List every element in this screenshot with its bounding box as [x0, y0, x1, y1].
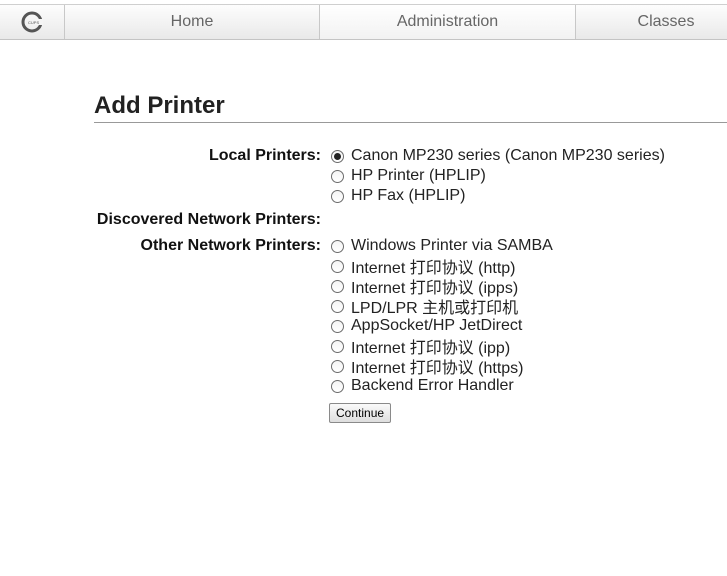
radio-option-network[interactable]: Internet 打印协议 (ipp) [331, 336, 510, 357]
continue-button[interactable]: Continue [329, 403, 392, 423]
option-label: Canon MP230 series (Canon MP230 series) [351, 147, 665, 164]
radio-button[interactable] [331, 359, 344, 373]
radio-button[interactable] [331, 169, 344, 183]
radio-option-network[interactable]: Internet 打印协议 (https) [331, 356, 524, 377]
tab-administration[interactable]: Administration [320, 5, 576, 39]
option-label: Backend Error Handler [351, 377, 514, 394]
tab-classes[interactable]: Classes [576, 5, 727, 39]
option-label: Internet 打印协议 (https) [351, 360, 524, 377]
tab-home[interactable]: Home [65, 5, 320, 39]
option-label: HP Printer (HPLIP) [351, 167, 486, 184]
radio-option-local[interactable]: HP Fax (HPLIP) [331, 186, 465, 206]
radio-button[interactable] [331, 299, 344, 313]
cups-logo-icon[interactable]: CUPS [0, 5, 65, 39]
option-label: HP Fax (HPLIP) [351, 187, 466, 204]
option-label: LPD/LPR 主机或打印机 [351, 300, 519, 317]
radio-button[interactable] [331, 259, 344, 273]
radio-button[interactable] [331, 339, 344, 353]
option-label: Windows Printer via SAMBA [351, 237, 553, 254]
radio-option-network[interactable]: LPD/LPR 主机或打印机 [331, 296, 519, 317]
radio-button[interactable] [331, 189, 344, 203]
radio-option-network[interactable]: Internet 打印协议 (http) [331, 256, 516, 277]
radio-option-local[interactable]: HP Printer (HPLIP) [331, 166, 486, 186]
radio-button[interactable] [331, 279, 344, 293]
radio-option-network[interactable]: Internet 打印协议 (ipps) [331, 276, 518, 297]
option-label: AppSocket/HP JetDirect [351, 317, 523, 334]
radio-button[interactable] [331, 239, 344, 253]
radio-button[interactable] [331, 379, 344, 393]
other-printers-label: Other Network Printers: [140, 237, 321, 254]
radio-option-network[interactable]: Windows Printer via SAMBA [331, 236, 553, 256]
local-printers-label: Local Printers: [208, 147, 321, 164]
page-title: Add Printer [94, 92, 225, 119]
radio-button[interactable] [331, 319, 344, 333]
radio-option-network[interactable]: AppSocket/HP JetDirect [331, 316, 522, 336]
discovered-printers-label: Discovered Network Printers: [96, 211, 321, 228]
radio-option-local[interactable]: Canon MP230 series (Canon MP230 series) [331, 146, 665, 166]
radio-option-network[interactable]: Backend Error Handler [331, 376, 514, 396]
svg-text:CUPS: CUPS [28, 20, 39, 25]
title-divider [94, 122, 727, 123]
top-nav-bar: CUPS Home Administration Classes [0, 4, 727, 40]
radio-button-checked[interactable] [331, 149, 344, 163]
